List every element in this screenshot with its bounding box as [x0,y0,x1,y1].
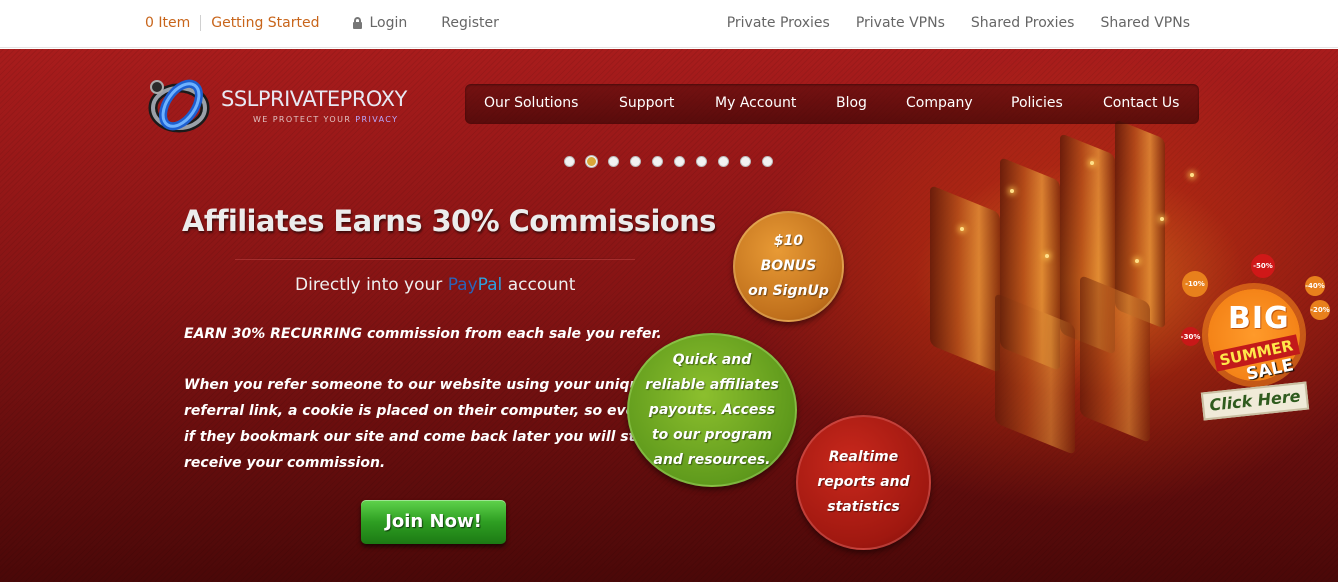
nav-my-account[interactable]: My Account [715,95,796,111]
click-here-button[interactable]: Click Here [1200,381,1310,421]
logo-tagline-highlight: PRIVACY [355,115,399,124]
slide-intro-line: EARN 30% RECURRING commission from each … [184,326,662,342]
slide-paragraph-line: if they bookmark our site and come back … [184,429,650,445]
logo-tagline: WE PROTECT YOUR PRIVACY [253,115,398,124]
register-link[interactable]: Register [441,15,499,31]
discount-tag: -20% [1310,300,1330,320]
private-vpns-link[interactable]: Private VPNs [856,15,945,31]
slider-dot[interactable] [652,156,663,167]
sale-big-text: BIG [1228,301,1290,336]
ring-logo-icon [148,79,210,133]
slider-dot[interactable] [718,156,729,167]
slider-dot[interactable] [564,156,575,167]
join-now-button[interactable]: Join Now! [361,500,506,544]
logo-tagline-text: WE PROTECT YOUR [253,115,352,124]
cart-link[interactable]: 0 Item [145,15,190,31]
top-bar-left: 0 Item Getting Started Login Register [145,15,499,31]
slide-subheading: Directly into your PayPal account [295,275,575,295]
slide-headline: Affiliates Earns 30% Commissions [182,204,716,238]
nav-policies[interactable]: Policies [1011,95,1063,111]
logo-wordmark: SSLPRIVATEPROXY [221,87,407,111]
lock-icon [353,17,363,29]
getting-started-link[interactable]: Getting Started [211,15,319,31]
nav-our-solutions[interactable]: Our Solutions [484,95,578,111]
payout-circle: Quick and reliable affiliates payouts. A… [627,333,797,487]
shared-proxies-link[interactable]: Shared Proxies [971,15,1075,31]
hero-banner: SSLPRIVATEPROXY WE PROTECT YOUR PRIVACY … [0,49,1338,582]
reports-circle: Realtime reports and statistics [796,415,931,550]
payout-text: Quick and reliable affiliates payouts. A… [645,351,779,468]
private-proxies-link[interactable]: Private Proxies [727,15,830,31]
headline-divider [235,258,635,259]
paypal-logo-pay: Pay [447,275,478,295]
login-link[interactable]: Login [353,15,407,31]
reports-text: Realtime reports and statistics [817,449,910,515]
site-logo[interactable]: SSLPRIVATEPROXY WE PROTECT YOUR PRIVACY [145,75,435,139]
top-bar-right: Private Proxies Private VPNs Shared Prox… [701,15,1190,31]
discount-tag: -30% [1181,327,1200,346]
slider-dot-active[interactable] [586,156,597,167]
slider-pagination [564,156,784,167]
slider-dot[interactable] [740,156,751,167]
slider-dot[interactable] [696,156,707,167]
summer-sale-badge[interactable]: BIG SUMMER SALE Click Here [1200,289,1312,424]
bonus-circle: $10 BONUS on SignUp [733,211,844,322]
slide-paragraph-line: referral link, a cookie is placed on the… [184,403,646,419]
slide-paragraph-line: receive your commission. [184,455,386,471]
main-nav: Our Solutions Support My Account Blog Co… [465,84,1199,124]
top-bar: 0 Item Getting Started Login Register Pr… [0,0,1338,48]
slider-dot[interactable] [674,156,685,167]
divider [200,15,202,31]
subheading-text: Directly into your [295,275,443,295]
slider-dot[interactable] [762,156,773,167]
nav-blog[interactable]: Blog [836,95,867,111]
login-label: Login [369,15,408,31]
nav-support[interactable]: Support [619,95,674,111]
subheading-text-end: account [507,275,576,295]
nav-contact-us[interactable]: Contact Us [1103,95,1179,111]
slide-paragraph-line: When you refer someone to our website us… [184,377,649,393]
bonus-text: $10 BONUS on SignUp [748,233,829,299]
slider-dot[interactable] [608,156,619,167]
discount-tag: -50% [1251,254,1275,278]
paypal-logo-pal: Pal [477,275,503,295]
shared-vpns-link[interactable]: Shared VPNs [1100,15,1190,31]
slider-dot[interactable] [630,156,641,167]
nav-company[interactable]: Company [906,95,973,111]
